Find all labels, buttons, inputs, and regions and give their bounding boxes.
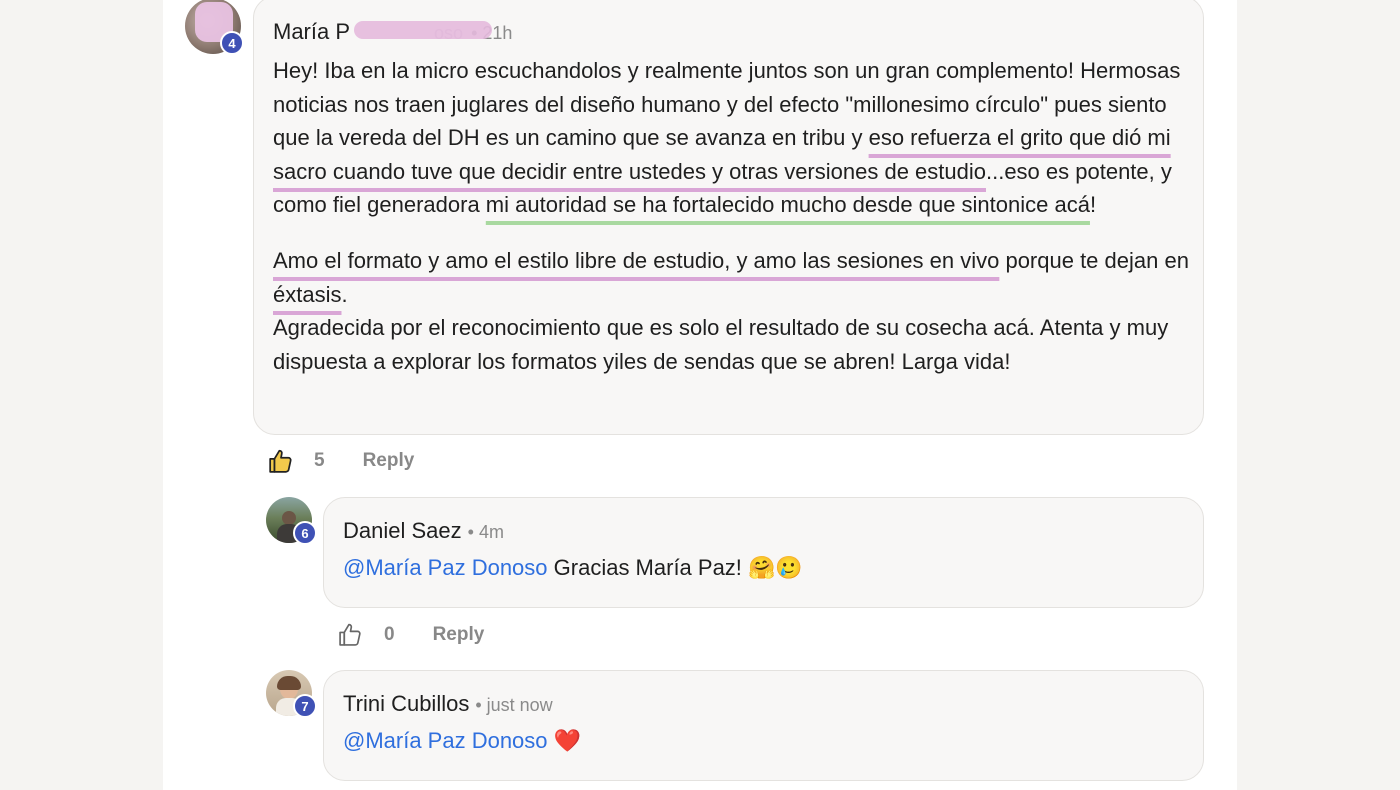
text-segment: . [341, 281, 348, 307]
redaction-mark [354, 21, 493, 39]
paragraph-1: Hey! Iba en la micro escuchandolos y rea… [273, 54, 1193, 222]
comment-header: Daniel Saez • 4m [343, 518, 504, 544]
text-segment: ! [1089, 192, 1097, 218]
mention-link[interactable]: @María Paz Donoso [343, 728, 548, 753]
comment-body: Hey! Iba en la micro escuchandolos y rea… [273, 54, 1193, 378]
author-name[interactable]: María P [273, 19, 350, 45]
thumbs-up-outline-icon[interactable] [338, 622, 363, 647]
comment-text: ❤️ [547, 728, 582, 753]
highlight-segment: éxtasis [273, 281, 342, 307]
reply-button[interactable]: Reply [363, 450, 415, 472]
avatar-trini[interactable]: 7 [266, 670, 317, 718]
highlight-segment: mi autoridad se ha fortalecido mucho des… [485, 192, 1090, 218]
comment-bubble-maria: María P oso • 21h Hey! Iba en la micro e… [253, 0, 1204, 435]
comment-actions: 5 Reply [268, 448, 414, 474]
thumbs-up-filled-icon[interactable] [268, 448, 294, 474]
level-badge: 7 [293, 694, 317, 718]
like-count: 0 [384, 623, 395, 645]
text-segment: Agradecida por el reconocimiento que es … [273, 315, 1169, 374]
author-name[interactable]: Daniel Saez [343, 518, 462, 544]
comment-header: María P oso • 21h [273, 19, 512, 45]
timestamp: • 4m [467, 522, 504, 542]
avatar-daniel[interactable]: 6 [266, 497, 317, 545]
comment-header: Trini Cubillos • just now [343, 691, 553, 717]
comment-bubble-trini: Trini Cubillos • just now @María Paz Don… [323, 670, 1204, 781]
mention-link[interactable]: @María Paz Donoso [343, 555, 548, 580]
highlight-segment: Amo el formato y amo el estilo libre de … [273, 247, 1000, 273]
level-badge: 4 [220, 31, 244, 55]
level-badge: 6 [293, 521, 317, 545]
reply-button[interactable]: Reply [433, 624, 485, 646]
timestamp: • just now [475, 695, 553, 715]
comment-body: @María Paz Donoso Gracias María Paz! 🤗🥲 [343, 551, 803, 585]
comment-actions: 0 Reply [338, 622, 484, 647]
paragraph-2: Amo el formato y amo el estilo libre de … [273, 244, 1193, 378]
text-segment: porque te dejan en [999, 247, 1189, 273]
like-count: 5 [314, 450, 325, 471]
author-name[interactable]: Trini Cubillos [343, 691, 469, 717]
comment-text: Gracias María Paz! 🤗🥲 [547, 555, 803, 580]
comment-bubble-daniel: Daniel Saez • 4m @María Paz Donoso Graci… [323, 497, 1204, 608]
comment-body: @María Paz Donoso ❤️ [343, 724, 581, 758]
avatar-maria[interactable]: 4 [185, 0, 244, 55]
